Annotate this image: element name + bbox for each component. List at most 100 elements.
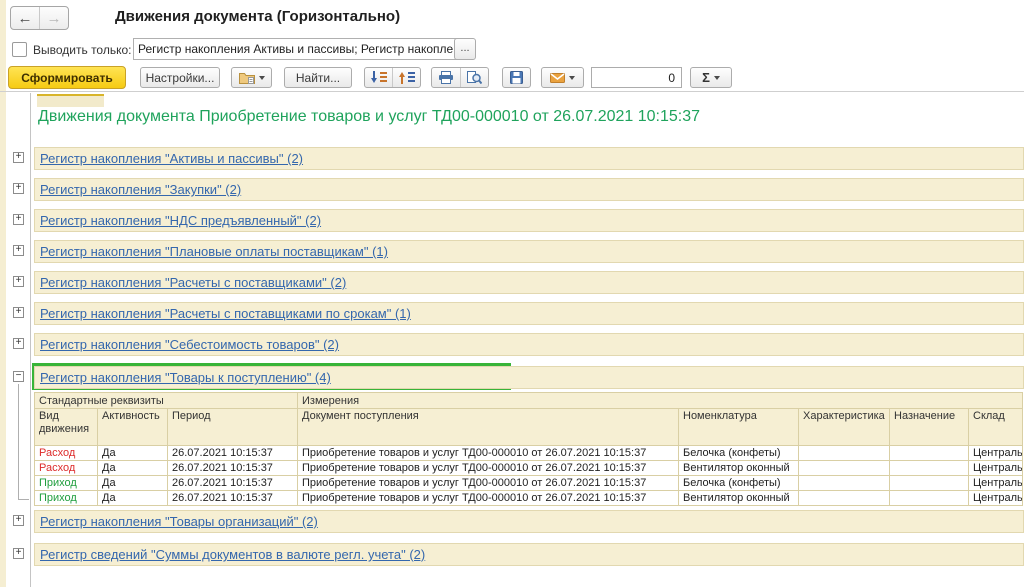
table-cell [890,491,969,506]
table-cell: 26.07.2021 10:15:37 [168,491,298,506]
table-cell: Центральный [969,491,1023,506]
table-cell: Центральный [969,461,1023,476]
register-section-link[interactable]: Регистр сведений "Суммы документов в вал… [40,547,425,562]
save-icon [510,71,523,84]
table-cell [890,446,969,461]
find-button[interactable]: Найти... [284,67,352,88]
table-cell: Вентилятор оконный [679,461,799,476]
printer-icon [438,71,454,84]
settings-button[interactable]: Настройки... [140,67,220,88]
register-section-row: Регистр сведений "Суммы документов в вал… [34,543,1024,566]
tree-line [18,384,19,499]
sum-button[interactable]: Σ [690,67,732,88]
movement-type-cell: Приход [35,476,98,491]
table-cell: Вентилятор оконный [679,491,799,506]
table-column-header: Склад [969,409,1023,446]
history-nav: ← → [10,6,69,30]
table-cell: Белочка (конфеты) [679,446,799,461]
print-button[interactable] [432,68,460,87]
expand-toggle[interactable]: + [13,338,24,349]
table-cell: Приобретение товаров и услуг ТД00-000010… [298,491,679,506]
collapse-groups-button[interactable] [392,68,420,87]
expand-toggle[interactable]: + [13,245,24,256]
grouping-buttons [364,67,421,88]
table-group-header: Стандартные реквизиты [35,393,298,409]
table-column-header: Характеристика [799,409,890,446]
report-title: Движения документа Приобретение товаров … [38,108,700,126]
preview-icon [466,71,482,84]
register-section-row: Регистр накопления "Плановые оплаты пост… [34,240,1024,263]
table-row[interactable]: РасходДа26.07.2021 10:15:37Приобретение … [35,446,1023,461]
table-column-header: Вид движения [35,409,98,446]
register-section-row: Регистр накопления "Расчеты с поставщика… [34,302,1024,325]
expand-groups-icon [370,71,388,84]
register-section-row: Регистр накопления "Товары организаций" … [34,510,1024,533]
table-cell [799,461,890,476]
email-button[interactable] [541,67,584,88]
table-column-header: Активность [98,409,168,446]
table-cell: Приобретение товаров и услуг ТД00-000010… [298,476,679,491]
table-row[interactable]: ПриходДа26.07.2021 10:15:37Приобретение … [35,491,1023,506]
register-section-link[interactable]: Регистр накопления "Товары организаций" … [40,514,318,529]
table-cell: Да [98,491,168,506]
register-section-link[interactable]: Регистр накопления "Расчеты с поставщика… [40,275,346,290]
movement-type-cell: Расход [35,461,98,476]
row-count-input[interactable] [591,67,682,88]
registers-filter-more-button[interactable]: ... [454,38,476,60]
envelope-icon [550,73,565,83]
register-section-link[interactable]: Регистр накопления "Плановые оплаты пост… [40,244,388,259]
table-cell: 26.07.2021 10:15:37 [168,461,298,476]
table-column-header: Номенклатура [679,409,799,446]
table-cell [799,446,890,461]
expand-toggle[interactable]: + [13,548,24,559]
table-cell: Приобретение товаров и услуг ТД00-000010… [298,461,679,476]
forward-button[interactable]: → [40,7,68,29]
movements-table: Стандартные реквизитыИзмерения Вид движен… [34,392,1023,506]
table-cell: 26.07.2021 10:15:37 [168,446,298,461]
table-row[interactable]: ПриходДа26.07.2021 10:15:37Приобретение … [35,476,1023,491]
register-section-row: Регистр накопления "Активы и пассивы" (2… [34,147,1024,170]
register-section-row: Регистр накопления "Товары к поступлению… [34,366,1024,389]
save-button[interactable] [502,67,531,88]
registers-filter-input[interactable]: Регистр накопления Активы и пассивы; Рег… [133,38,459,60]
show-only-checkbox[interactable] [12,42,27,57]
folder-report-icon [239,71,255,84]
generate-button[interactable]: Сформировать [8,66,126,89]
back-button[interactable]: ← [11,7,40,29]
expand-toggle[interactable]: + [13,183,24,194]
table-cell: Центральный [969,476,1023,491]
app-window: ← → Движения документа (Горизонтально) В… [0,0,1024,587]
register-section-row: Регистр накопления "Закупки" (2) [34,178,1024,201]
register-section-link[interactable]: Регистр накопления "Себестоимость товаро… [40,337,339,352]
table-row[interactable]: РасходДа26.07.2021 10:15:37Приобретение … [35,461,1023,476]
table-column-header: Период [168,409,298,446]
table-cell [890,461,969,476]
report-variants-button[interactable] [231,67,272,88]
register-section-row: Регистр накопления "Себестоимость товаро… [34,333,1024,356]
chevron-down-icon [569,76,575,80]
table-group-header: Измерения [298,393,1023,409]
movement-type-cell: Расход [35,446,98,461]
expand-toggle[interactable]: + [13,276,24,287]
expand-groups-button[interactable] [365,68,392,87]
preview-button[interactable] [460,68,489,87]
window-title: Движения документа (Горизонтально) [115,8,400,25]
expand-toggle[interactable]: + [13,307,24,318]
collapse-toggle[interactable]: − [13,371,24,382]
register-section-link[interactable]: Регистр накопления "Закупки" (2) [40,182,241,197]
register-section-link[interactable]: Регистр накопления "НДС предъявленный" (… [40,213,321,228]
expand-toggle[interactable]: + [13,214,24,225]
register-section-link[interactable]: Регистр накопления "Товары к поступлению… [40,370,331,385]
table-cell: Белочка (конфеты) [679,476,799,491]
register-section-row: Регистр накопления "Расчеты с поставщика… [34,271,1024,294]
show-only-label: Выводить только: [33,43,131,57]
expand-toggle[interactable]: + [13,515,24,526]
toolbar-divider [0,91,1024,92]
report-body: Движения документа Приобретение товаров … [6,93,1024,587]
register-section-link[interactable]: Регистр накопления "Расчеты с поставщика… [40,306,411,321]
grouping-gutter-divider [30,93,31,587]
expand-toggle[interactable]: + [13,152,24,163]
tree-line [18,499,29,500]
register-section-link[interactable]: Регистр накопления "Активы и пассивы" (2… [40,151,303,166]
chevron-down-icon [714,76,720,80]
